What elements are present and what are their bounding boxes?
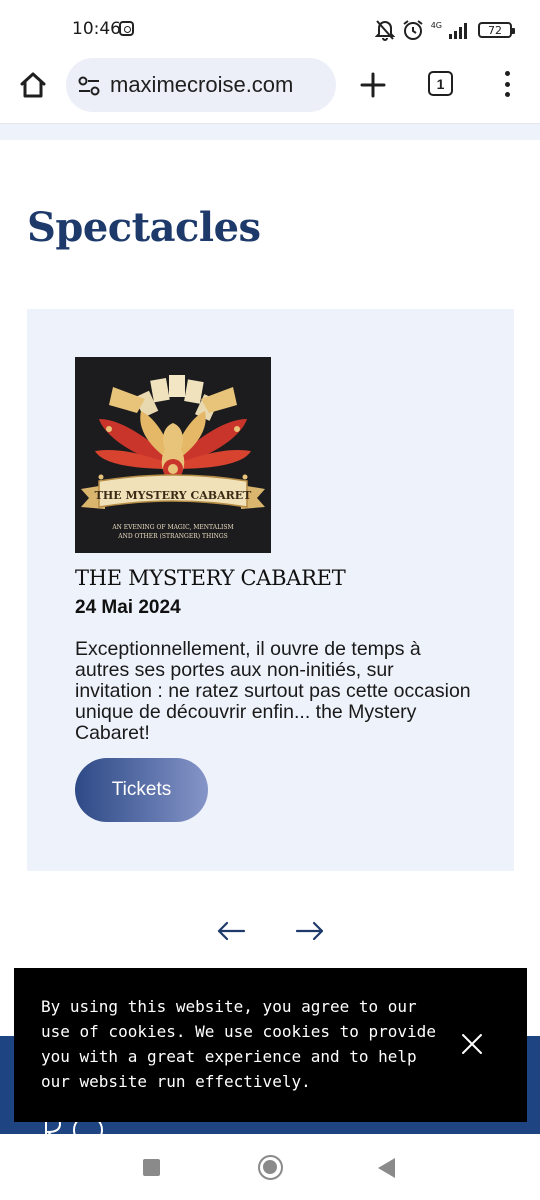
tickets-button[interactable]: Tickets (75, 758, 208, 822)
site-settings-icon[interactable] (78, 76, 100, 96)
status-icons: 4G 72 (374, 18, 515, 42)
home-button[interactable] (16, 68, 50, 102)
system-home-button[interactable] (258, 1155, 283, 1180)
new-tab-button[interactable] (356, 68, 390, 102)
new-tab-icon (360, 72, 386, 98)
poster-banner-text: THE MYSTERY CABARET (95, 489, 252, 502)
show-date: 24 Mai 2024 (75, 597, 181, 618)
show-description: Exceptionnellement, il ouvre de temps à … (75, 638, 471, 744)
address-bar[interactable]: maximecroise.com (66, 58, 336, 112)
carousel-prev-button[interactable] (214, 917, 248, 945)
alarm-icon (403, 20, 423, 40)
bell-off-icon (374, 20, 395, 41)
system-nav-bar (0, 1134, 540, 1200)
home-icon (20, 72, 46, 98)
arrow-left-icon (217, 921, 246, 941)
close-icon[interactable] (460, 1032, 484, 1056)
show-card: THE MYSTERY CABARET AN EVENING OF MAGIC,… (27, 309, 514, 871)
instagram-icon (119, 21, 134, 36)
show-title: THE MYSTERY CABARET (75, 566, 346, 590)
status-time: 10:46 (72, 19, 121, 39)
page-title: Spectacles (27, 204, 261, 251)
poster-artwork: THE MYSTERY CABARET AN EVENING OF MAGIC,… (75, 357, 271, 553)
tabs-button[interactable]: 1 (428, 71, 453, 96)
network-type: 4G (430, 20, 442, 30)
poster-tagline-line2: AND OTHER (STRANGER) THINGS (117, 533, 228, 540)
menu-icon[interactable] (497, 70, 517, 98)
battery-icon: 72 (478, 22, 515, 38)
tab-count: 1 (436, 75, 445, 92)
top-band (0, 124, 540, 140)
battery-level: 72 (488, 23, 502, 37)
show-poster[interactable]: THE MYSTERY CABARET AN EVENING OF MAGIC,… (75, 357, 271, 553)
cookie-text: By using this website, you agree to our … (41, 997, 436, 1091)
back-button[interactable] (378, 1158, 395, 1178)
poster-tagline-line1: AN EVENING OF MAGIC, MENTALISM (111, 524, 233, 531)
signal-icon (449, 23, 467, 39)
browser-toolbar: maximecroise.com 1 (0, 58, 540, 124)
carousel-next-button[interactable] (293, 917, 327, 945)
url-text[interactable]: maximecroise.com (110, 72, 293, 98)
cookie-banner: By using this website, you agree to our … (14, 968, 527, 1122)
recents-button[interactable] (143, 1159, 160, 1176)
status-bar: 10:46 4G 72 (0, 0, 540, 58)
arrow-right-icon (295, 921, 324, 941)
